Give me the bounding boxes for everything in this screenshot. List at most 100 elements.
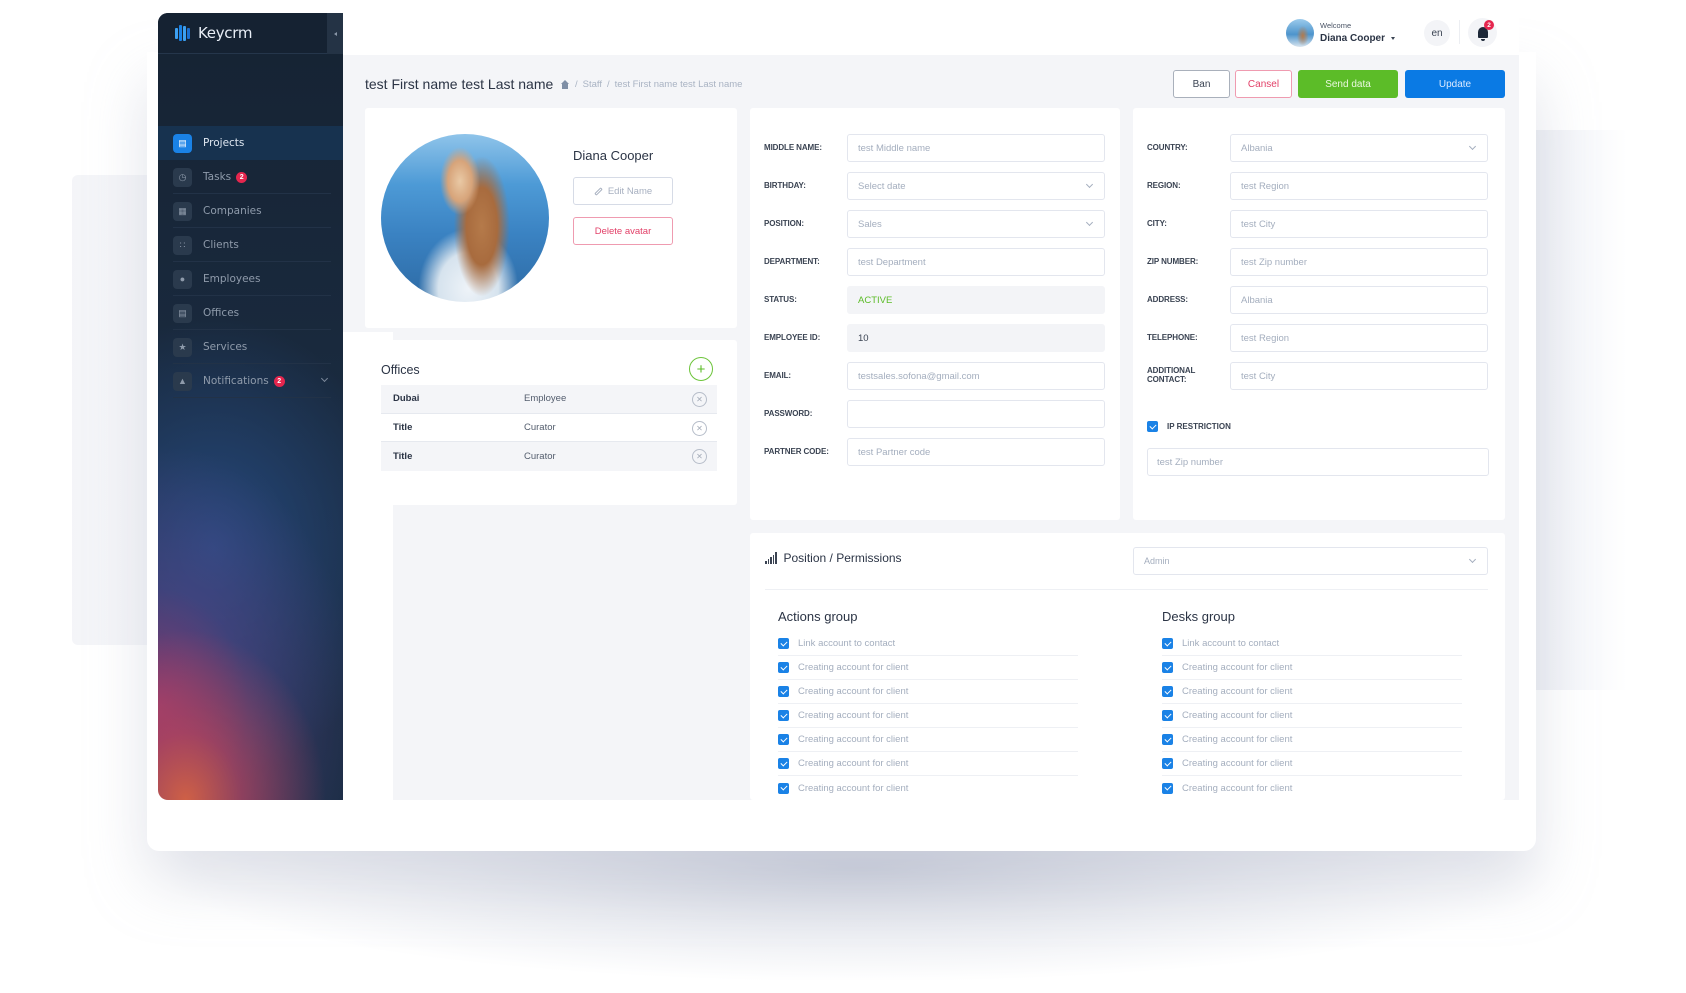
permission-label: Creating account for client — [1182, 710, 1293, 721]
ban-button[interactable]: Ban — [1173, 70, 1230, 98]
permission-item[interactable]: Creating account for client — [778, 728, 1078, 752]
sidebar-item-projects[interactable]: ▤ Projects — [158, 126, 343, 160]
chevron-down-icon — [1085, 218, 1094, 227]
zip-input[interactable]: test Zip number — [1230, 248, 1488, 276]
field-label: MIDDLE NAME: — [764, 142, 822, 152]
sidebar-item-offices[interactable]: ▤ Offices — [158, 296, 343, 330]
role-select[interactable]: Admin — [1133, 547, 1488, 575]
edit-name-label: Edit Name — [607, 185, 653, 197]
position-select[interactable]: Sales — [847, 210, 1105, 238]
permission-checkbox[interactable] — [778, 782, 789, 794]
update-button[interactable]: Update — [1405, 70, 1505, 98]
user-avatar[interactable] — [1286, 19, 1314, 47]
permission-item[interactable]: Creating account for client — [1162, 704, 1462, 728]
birthday-select[interactable]: Select date — [847, 172, 1105, 200]
edit-name-button[interactable]: Edit Name — [573, 177, 673, 205]
country-select[interactable]: Albania — [1230, 134, 1488, 162]
collapse-sidebar-button[interactable] — [327, 13, 343, 54]
sidebar-item-clients[interactable]: ∷ Clients — [158, 228, 343, 262]
bank-icon: ▤ — [173, 303, 192, 323]
role-value: Admin — [1144, 556, 1170, 566]
sidebar-item-tasks[interactable]: ◷ Tasks 2 — [158, 160, 343, 194]
address-input[interactable]: Albania — [1230, 286, 1488, 314]
send-data-button[interactable]: Send data — [1298, 70, 1398, 98]
sidebar-item-companies[interactable]: ▦ Companies — [158, 194, 343, 228]
permission-item[interactable]: Link account to contact — [778, 632, 1078, 656]
permission-checkbox[interactable] — [1162, 686, 1173, 697]
permission-checkbox[interactable] — [1162, 782, 1173, 794]
sidebar-item-services[interactable]: ★ Services — [158, 330, 343, 364]
signal-bars-icon — [765, 552, 777, 564]
permission-checkbox[interactable] — [778, 710, 789, 721]
delete-avatar-button[interactable]: Delete avatar — [573, 217, 673, 245]
remove-office-icon[interactable]: ✕ — [692, 449, 707, 464]
password-input[interactable] — [847, 400, 1105, 428]
permission-item[interactable]: Creating account for client — [778, 656, 1078, 680]
star-icon: ★ — [173, 337, 192, 357]
user-menu[interactable]: Diana Cooper — [1320, 33, 1396, 44]
permission-label: Creating account for client — [1182, 782, 1293, 794]
breadcrumb-staff[interactable]: Staff — [583, 79, 602, 90]
permission-item[interactable]: Creating account for client — [1162, 656, 1462, 680]
permission-checkbox[interactable] — [1162, 662, 1173, 673]
email-input[interactable]: testsales.sofona@gmail.com — [847, 362, 1105, 390]
notifications-badge: 2 — [273, 375, 285, 387]
chevron-down-icon[interactable] — [320, 374, 329, 383]
permission-checkbox[interactable] — [1162, 710, 1173, 721]
sidebar: Keycrm ▤ Projects ◷ Tasks 2 ▦ Companies … — [158, 13, 343, 800]
sidebar-item-notifications[interactable]: ▲ Notifications 2 — [158, 364, 343, 398]
region-input[interactable]: test Region — [1230, 172, 1488, 200]
permission-checkbox[interactable] — [778, 662, 789, 673]
permission-item[interactable]: Creating account for client — [778, 776, 1078, 800]
permission-checkbox[interactable] — [778, 638, 789, 649]
remove-office-icon[interactable]: ✕ — [692, 420, 707, 436]
department-input[interactable]: test Department — [847, 248, 1105, 276]
field-label: DEPARTMENT: — [764, 256, 820, 266]
field-label: STATUS: — [764, 294, 797, 304]
chevron-down-icon — [1468, 555, 1477, 564]
city-input[interactable]: test City — [1230, 210, 1488, 238]
field-label: ADDITIONAL CONTACT: — [1147, 366, 1196, 384]
office-role: Employee — [524, 393, 567, 405]
permission-checkbox[interactable] — [1162, 758, 1173, 769]
chevron-left-icon — [333, 31, 337, 36]
field-city: CITY: test City — [1147, 210, 1489, 238]
permission-label: Creating account for client — [1182, 662, 1293, 673]
permission-item[interactable]: Creating account for client — [778, 680, 1078, 704]
home-icon[interactable] — [560, 80, 570, 89]
additional-contact-input[interactable]: test City — [1230, 362, 1488, 390]
pencil-icon — [594, 186, 603, 196]
permission-item[interactable]: Creating account for client — [1162, 776, 1462, 800]
permission-checkbox[interactable] — [1162, 734, 1173, 745]
ip-restriction-checkbox[interactable] — [1147, 421, 1158, 432]
field-label: ADDRESS: — [1147, 294, 1188, 304]
profile-avatar[interactable] — [381, 134, 549, 302]
plus-icon: + — [696, 360, 706, 378]
permission-checkbox[interactable] — [778, 686, 789, 697]
cancel-button[interactable]: Cansel — [1235, 70, 1292, 98]
middle-name-input[interactable]: test Middle name — [847, 134, 1105, 162]
breadcrumb-separator: / — [575, 79, 578, 90]
remove-office-icon[interactable]: ✕ — [692, 392, 707, 407]
permission-item[interactable]: Link account to contact — [1162, 632, 1462, 656]
permission-checkbox[interactable] — [778, 758, 789, 769]
field-middle-name: MIDDLE NAME: test Middle name — [764, 134, 1106, 162]
ip-restriction-input[interactable]: test Zip number — [1147, 448, 1489, 476]
sidebar-item-employees[interactable]: ● Employees — [158, 262, 343, 296]
sidebar-menu: ▤ Projects ◷ Tasks 2 ▦ Companies ∷ Clien… — [158, 126, 343, 398]
frame-shadow — [170, 840, 1550, 980]
permission-item[interactable]: Creating account for client — [778, 704, 1078, 728]
permission-checkbox[interactable] — [778, 734, 789, 745]
permission-label: Creating account for client — [798, 662, 909, 673]
breadcrumb-separator: / — [607, 79, 610, 90]
add-office-button[interactable]: + — [689, 357, 713, 381]
partner-code-input[interactable]: test Partner code — [847, 438, 1105, 466]
permission-item[interactable]: Creating account for client — [1162, 680, 1462, 704]
language-switcher[interactable]: en — [1424, 20, 1450, 46]
divider — [1459, 20, 1460, 44]
permission-item[interactable]: Creating account for client — [1162, 752, 1462, 776]
telephone-input[interactable]: test Region — [1230, 324, 1488, 352]
permission-item[interactable]: Creating account for client — [778, 752, 1078, 776]
permission-checkbox[interactable] — [1162, 638, 1173, 649]
permission-item[interactable]: Creating account for client — [1162, 728, 1462, 752]
